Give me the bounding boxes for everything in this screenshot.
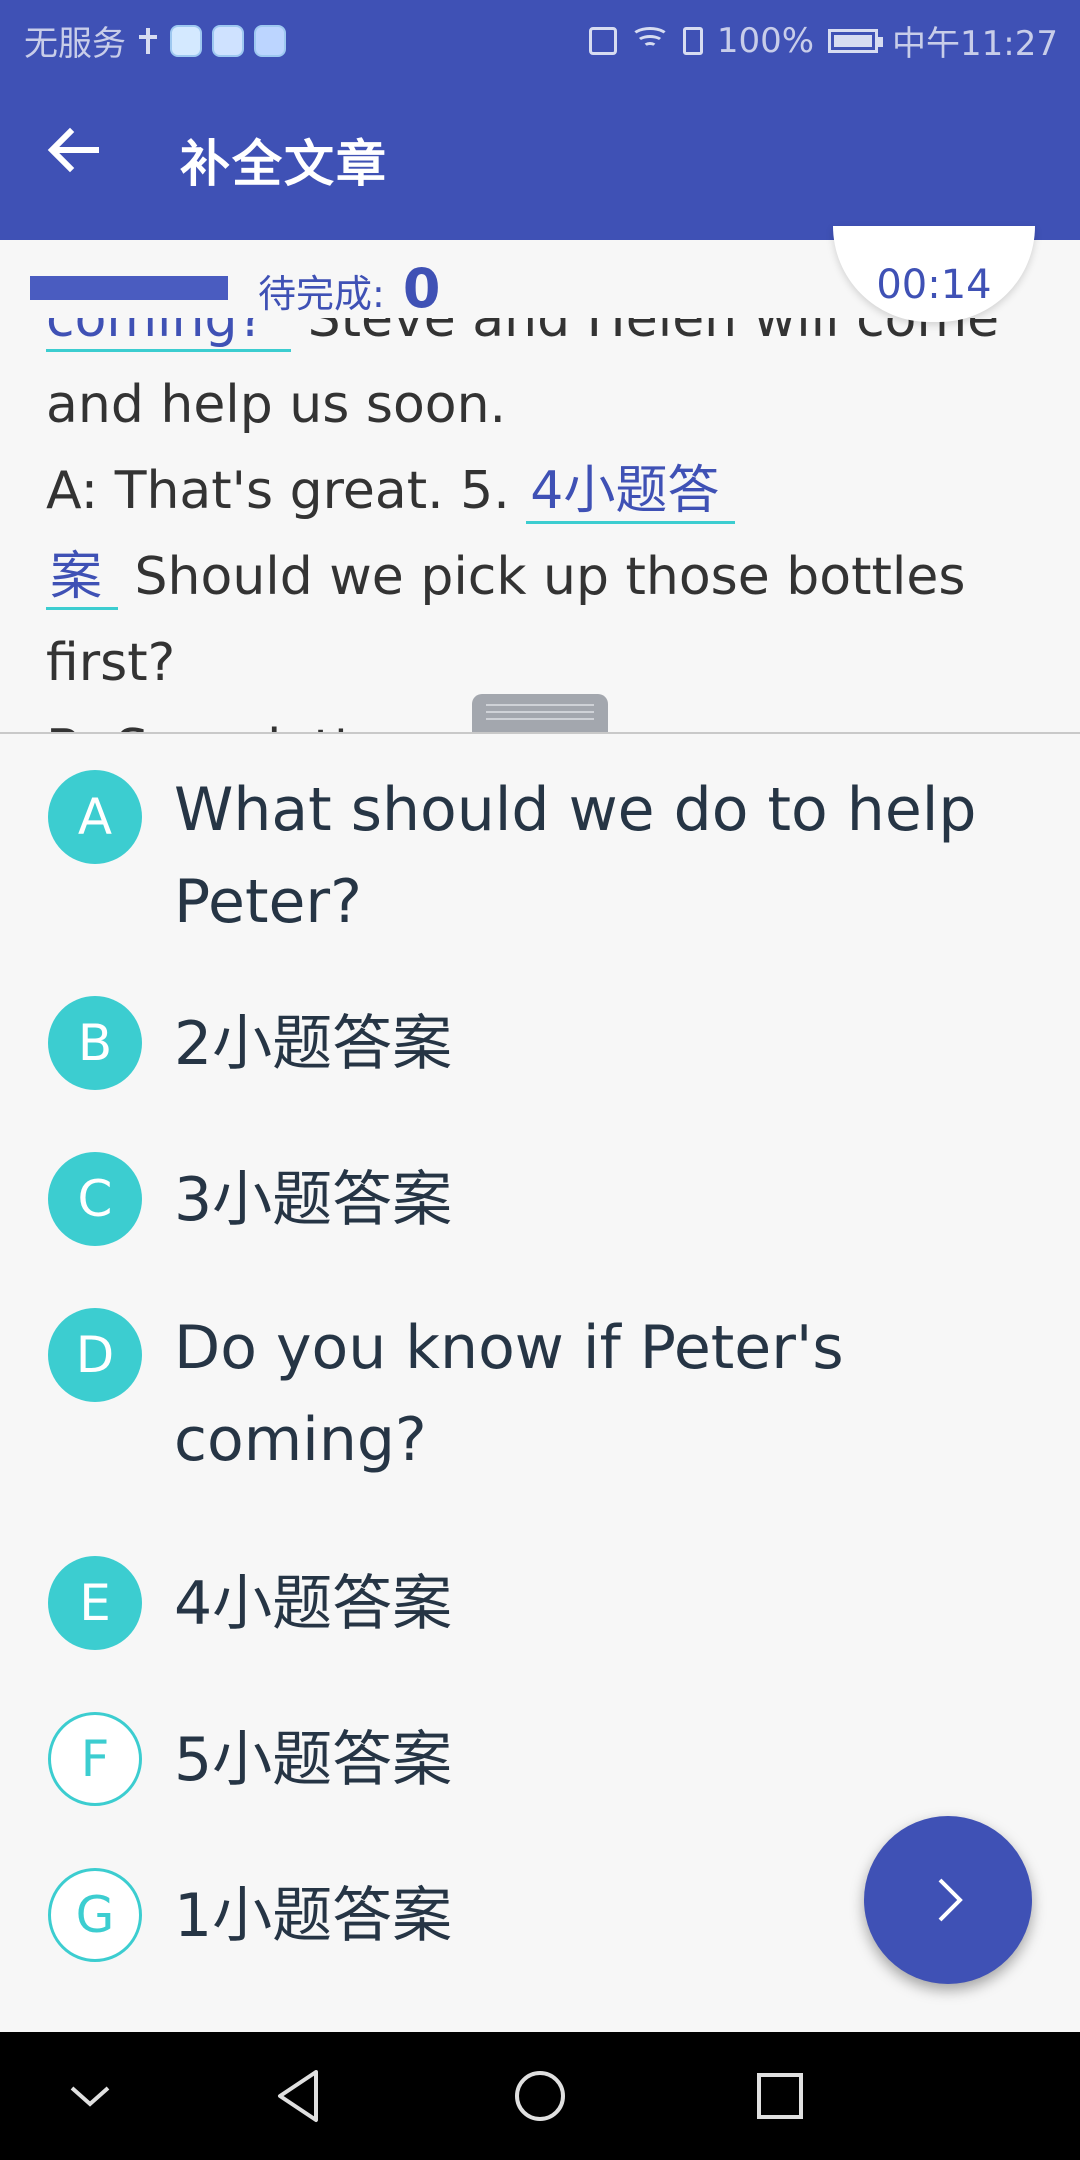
back-button[interactable] <box>42 118 126 190</box>
next-button[interactable] <box>864 1816 1032 1984</box>
option-letter: C <box>48 1152 142 1246</box>
option-text: 3小题答案 <box>174 1165 453 1235</box>
answer-slot[interactable]: 4小题答 <box>526 461 736 524</box>
progress-bar-fill <box>30 276 228 300</box>
option-f[interactable]: F 5小题答案 <box>0 1712 1080 1812</box>
app-bar: 补全文章 <box>0 74 1080 240</box>
chevron-down-icon <box>70 2086 110 2107</box>
drag-handle[interactable] <box>472 694 608 734</box>
option-a[interactable]: A What should we do to help Peter? <box>0 764 1080 944</box>
pending-counter: 待完成: 0 <box>258 262 440 318</box>
option-text: 2小题答案 <box>174 1009 453 1079</box>
passage-span: B: Sure. let's go <box>46 719 457 732</box>
option-text: 5小题答案 <box>174 1725 453 1795</box>
pending-count: 0 <box>402 257 441 320</box>
nav-recents-button[interactable] <box>742 2058 818 2134</box>
chevron-right-icon <box>938 1878 963 1922</box>
passage-line: A: That's great. 5. 4小题答 <box>46 448 1036 534</box>
arrow-left-icon <box>47 127 99 173</box>
option-letter: A <box>48 770 142 864</box>
timer-text: 00:14 <box>876 262 992 308</box>
answer-slot[interactable]: coming? <box>46 318 292 352</box>
passage-line: coming? Steve and Helen will come <box>46 318 1036 362</box>
app-icon <box>212 24 244 57</box>
clock: 中午11:27 <box>892 24 1058 64</box>
wifi-icon <box>629 26 670 55</box>
status-right: 100% 中午11:27 <box>588 16 1058 65</box>
status-bar: 无服务 100% 中午11:27 <box>0 0 1080 74</box>
vibrate-icon <box>588 26 617 55</box>
option-text: 4小题答案 <box>174 1569 453 1639</box>
option-letter: B <box>48 996 142 1090</box>
option-e[interactable]: E 4小题答案 <box>0 1556 1080 1656</box>
passage-span: Should we pick up those bottles <box>134 547 966 607</box>
progress-bar <box>30 276 228 300</box>
option-text: Do you know if Peter's coming? <box>174 1313 844 1475</box>
passage-span: and help us soon. <box>46 375 507 435</box>
back-triangle-icon <box>278 2070 318 2122</box>
battery-percent: 100% <box>716 20 815 61</box>
option-text: What should we do to help Peter? <box>174 775 977 937</box>
passage-text[interactable]: coming? Steve and Helen will come and he… <box>46 318 1036 732</box>
option-letter: D <box>48 1308 142 1402</box>
home-circle-icon <box>515 2071 565 2121</box>
status-left: 无服务 <box>24 16 286 65</box>
divider <box>0 732 1080 734</box>
battery-icon <box>828 28 884 53</box>
passage-span: Steve and Helen will come <box>307 318 1000 349</box>
navigation-bar <box>0 2032 1080 2160</box>
sim-icon <box>682 26 703 55</box>
nav-home-button[interactable] <box>502 2058 578 2134</box>
pending-label: 待完成: <box>258 272 385 316</box>
timer-badge: 00:14 <box>833 226 1035 322</box>
nav-back-button[interactable] <box>262 2058 338 2134</box>
recents-square-icon <box>757 2073 803 2119</box>
option-letter: F <box>48 1712 142 1806</box>
nav-collapse-button[interactable] <box>52 2058 128 2134</box>
page-title: 补全文章 <box>180 135 388 193</box>
option-d[interactable]: D Do you know if Peter's coming? <box>0 1308 1080 1488</box>
carrier-text: 无服务 <box>24 24 126 64</box>
app-icon <box>254 24 286 57</box>
answer-slot[interactable]: 案 <box>46 547 119 610</box>
passage-span: first? <box>46 633 176 693</box>
option-letter: G <box>48 1868 142 1962</box>
option-letter: E <box>48 1556 142 1650</box>
option-b[interactable]: B 2小题答案 <box>0 996 1080 1096</box>
option-c[interactable]: C 3小题答案 <box>0 1152 1080 1252</box>
passage-line: 案 Should we pick up those bottles <box>46 534 1036 620</box>
usb-icon <box>136 25 160 57</box>
app-icon <box>170 24 202 57</box>
passage-span: A: That's great. 5. <box>46 461 510 521</box>
passage-line: and help us soon. <box>46 362 1036 448</box>
